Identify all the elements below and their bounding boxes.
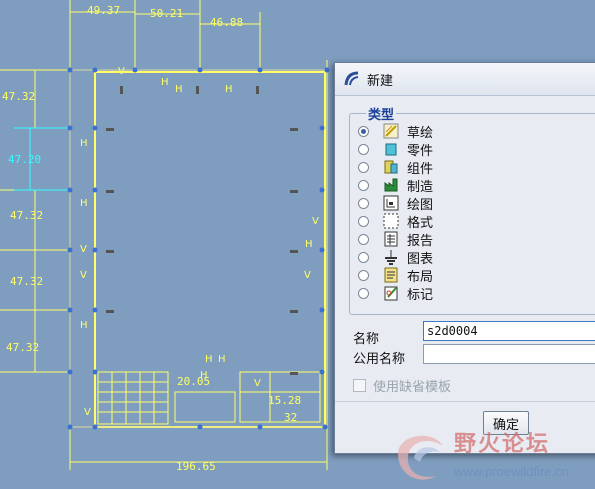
dim-left-5[interactable]: 47.32 xyxy=(6,341,39,354)
format-icon xyxy=(383,213,399,229)
constraint-h: H xyxy=(225,84,233,95)
radio-layout[interactable] xyxy=(358,269,369,281)
type-label: 图表 xyxy=(407,251,434,267)
constraint-h: H xyxy=(80,198,88,209)
constraint-v: V xyxy=(80,244,87,255)
use-default-template-label: 使用缺省模板 xyxy=(373,380,452,395)
common-name-label: 公用名称 xyxy=(353,352,406,367)
creo-logo-icon xyxy=(344,71,359,86)
type-label: 草绘 xyxy=(407,125,434,141)
type-option-part[interactable]: 零件 xyxy=(358,140,434,159)
new-dialog: 新建 类型 草绘 零件 组件 制造 绘图 格式 报告 图表 布局 标记 名称 s… xyxy=(334,62,595,454)
type-label: 布局 xyxy=(407,269,434,285)
type-option-sketch[interactable]: 草绘 xyxy=(358,122,434,141)
dialog-title: 新建 xyxy=(367,73,394,89)
type-option-report[interactable]: 报告 xyxy=(358,230,434,249)
radio-drawing[interactable] xyxy=(358,197,369,209)
use-default-template-checkbox[interactable] xyxy=(353,379,366,392)
dim-left-2[interactable]: 47.20 xyxy=(8,153,41,166)
constraint-v: V xyxy=(118,66,125,77)
watermark: 野火论坛 www.proewildfire.cn xyxy=(388,424,595,489)
dim-left-3[interactable]: 47.32 xyxy=(10,209,43,222)
type-label: 制造 xyxy=(407,179,434,195)
type-label: 组件 xyxy=(407,161,434,177)
type-label: 绘图 xyxy=(407,197,434,213)
radio-markup[interactable] xyxy=(358,287,369,299)
constraint-v: V xyxy=(312,216,319,227)
dim-top-3[interactable]: 46.88 xyxy=(210,16,243,29)
dim-inner-3[interactable]: 32 xyxy=(284,411,297,424)
radio-diagram[interactable] xyxy=(358,251,369,263)
layout-icon xyxy=(384,267,398,283)
dim-inner-2[interactable]: 15.28 xyxy=(268,394,301,407)
constraint-h: H xyxy=(305,239,313,250)
type-option-assembly[interactable]: 组件 xyxy=(358,158,434,177)
manufacturing-icon xyxy=(384,178,398,192)
type-option-drawing[interactable]: 绘图 xyxy=(358,194,434,213)
sketch-icon xyxy=(383,123,399,139)
constraint-v: V xyxy=(80,270,87,281)
type-label: 格式 xyxy=(407,215,434,231)
part-icon xyxy=(385,143,397,156)
dialog-titlebar[interactable]: 新建 xyxy=(335,63,595,96)
markup-icon xyxy=(384,286,398,301)
dim-left-4[interactable]: 47.32 xyxy=(10,275,43,288)
name-label: 名称 xyxy=(353,332,380,347)
constraint-h: H xyxy=(80,138,88,149)
radio-sketch[interactable] xyxy=(358,125,369,137)
use-default-template-option[interactable]: 使用缺省模板 xyxy=(353,376,451,395)
common-name-input[interactable] xyxy=(423,344,595,364)
radio-format[interactable] xyxy=(358,215,369,227)
constraint-h: H xyxy=(175,84,183,95)
report-icon xyxy=(384,231,398,247)
constraint-h: H xyxy=(200,370,208,381)
dim-bottom[interactable]: 196.65 xyxy=(176,460,216,473)
constraint-h: H xyxy=(218,354,226,365)
dim-left-1[interactable]: 47.32 xyxy=(2,90,35,103)
watermark-logo-icon xyxy=(398,435,443,480)
name-input[interactable]: s2d0004 xyxy=(423,321,595,341)
dim-top-1[interactable]: 49.37 xyxy=(87,4,120,17)
divider xyxy=(335,401,595,402)
type-group-label: 类型 xyxy=(366,104,397,123)
constraint-v: V xyxy=(84,407,91,418)
constraint-v: V xyxy=(304,270,311,281)
type-option-markup[interactable]: 标记 xyxy=(358,284,434,303)
constraint-h: H xyxy=(161,77,169,88)
radio-manufacturing[interactable] xyxy=(358,179,369,191)
watermark-text: 野火论坛 xyxy=(454,432,551,457)
type-option-layout[interactable]: 布局 xyxy=(358,266,434,285)
type-label: 标记 xyxy=(407,287,434,303)
radio-part[interactable] xyxy=(358,143,369,155)
assembly-icon xyxy=(384,160,398,174)
watermark-url: www.proewildfire.cn xyxy=(454,464,569,479)
constraint-h: H xyxy=(205,354,213,365)
radio-assembly[interactable] xyxy=(358,161,369,173)
radio-report[interactable] xyxy=(358,233,369,245)
type-option-format[interactable]: 格式 xyxy=(358,212,434,231)
type-option-manufacturing[interactable]: 制造 xyxy=(358,176,434,195)
type-label: 报告 xyxy=(407,233,434,249)
diagram-icon xyxy=(385,250,397,265)
dim-top-2[interactable]: 50.21 xyxy=(150,7,183,20)
type-label: 零件 xyxy=(407,143,434,159)
constraint-v: V xyxy=(254,378,261,389)
constraint-h: H xyxy=(80,320,88,331)
drawing-icon xyxy=(383,195,399,211)
type-option-diagram[interactable]: 图表 xyxy=(358,248,434,267)
type-group: 类型 草绘 零件 组件 制造 绘图 格式 报告 图表 布局 标记 xyxy=(349,104,595,315)
